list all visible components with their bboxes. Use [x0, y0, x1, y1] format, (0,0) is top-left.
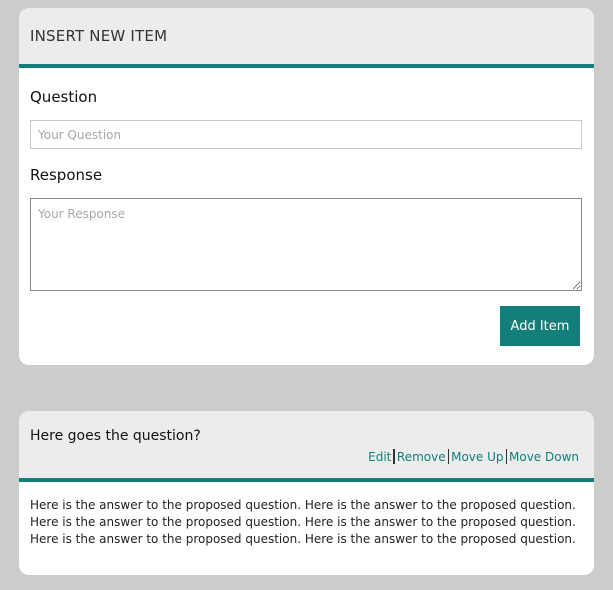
- action-separator: [447, 449, 450, 464]
- response-label: Response: [30, 166, 103, 184]
- edit-link[interactable]: Edit: [368, 450, 391, 464]
- item-answer: Here is the answer to the proposed quest…: [30, 498, 576, 546]
- action-separator: [505, 449, 507, 464]
- question-input[interactable]: [30, 120, 582, 149]
- remove-link[interactable]: Remove: [397, 450, 446, 464]
- move-down-link[interactable]: Move Down: [509, 450, 579, 464]
- item-question: Here goes the question?: [30, 428, 201, 444]
- action-separator: [393, 449, 395, 464]
- add-item-button[interactable]: Add Item: [500, 306, 580, 346]
- faq-item-header: Here goes the question? Edit Remove Move U…: [19, 411, 594, 482]
- item-actions: Edit Remove Move Up Move Down: [368, 449, 579, 464]
- move-up-link[interactable]: Move Up: [451, 450, 503, 464]
- insert-item-panel: INSERT NEW ITEM Question Response Add It…: [19, 8, 594, 365]
- insert-item-title: INSERT NEW ITEM: [30, 27, 168, 45]
- response-textarea[interactable]: [30, 198, 582, 291]
- faq-item-card: Here goes the question? Edit Remove Move U…: [19, 411, 594, 575]
- insert-item-header: INSERT NEW ITEM: [19, 8, 594, 68]
- question-label: Question: [30, 88, 98, 106]
